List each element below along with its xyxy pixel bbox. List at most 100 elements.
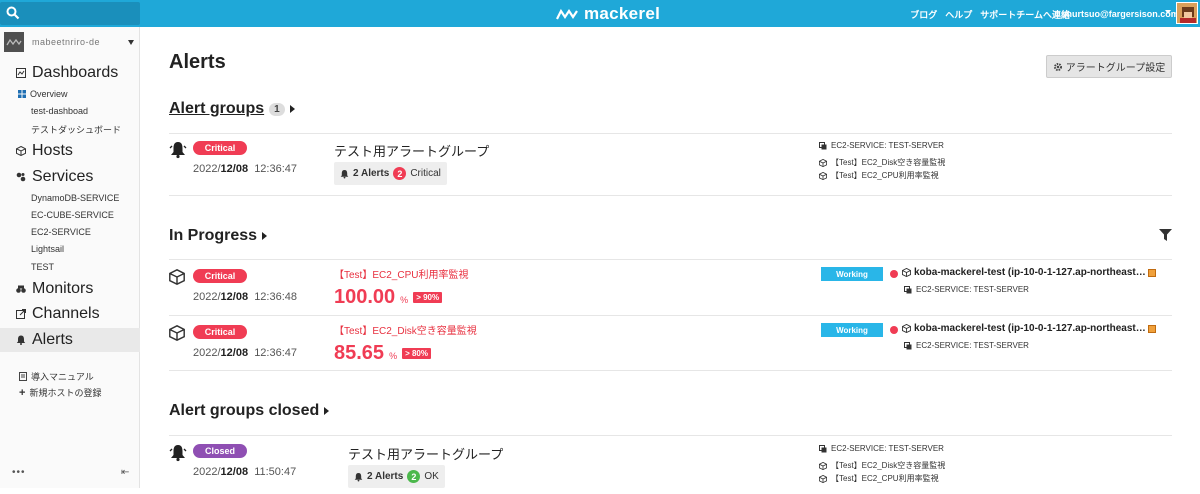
external-link-icon[interactable]: [1148, 325, 1156, 333]
alert-group-settings-button[interactable]: アラートグループ設定: [1046, 55, 1172, 78]
sidebar-item-channels[interactable]: Channels: [0, 302, 140, 326]
in-progress-heading[interactable]: In Progress: [169, 227, 268, 245]
bell-icon: [340, 169, 349, 178]
host-link[interactable]: koba-mackerel-test (ip-10-0-1-127.ap-nor…: [902, 323, 1146, 334]
avatar[interactable]: [1176, 2, 1198, 24]
monitor-line[interactable]: 【Test】EC2_CPU利用率監視: [819, 473, 939, 484]
monitor-name-link[interactable]: 【Test】EC2_Disk空き容量監視: [334, 322, 477, 337]
value-unit: %: [400, 295, 409, 305]
alerts-summary-chip[interactable]: 2 Alerts 2 OK: [348, 465, 445, 488]
date-time: 11:50:47: [254, 466, 297, 478]
monitor-line[interactable]: 【Test】EC2_Disk空き容量監視: [819, 157, 945, 168]
cube-icon: [819, 474, 827, 483]
monitor-label: 【Test】EC2_Disk空き容量監視: [831, 158, 946, 167]
working-badge[interactable]: Working: [821, 323, 883, 337]
service-line[interactable]: EC2-SERVICE: TEST-SERVER: [819, 444, 944, 453]
service-icon: [819, 141, 827, 149]
user-email[interactable]: murtsuo@fargersison.com: [1064, 9, 1179, 19]
host-status-dot: [890, 270, 898, 278]
host-link[interactable]: koba-mackerel-test (ip-10-0-1-127.ap-nor…: [902, 267, 1146, 278]
host-service[interactable]: EC2-SERVICE: TEST-SERVER: [904, 341, 1029, 350]
bell-icon: [169, 445, 187, 462]
sidebar-sub-ec2[interactable]: EC2-SERVICE: [31, 227, 91, 237]
sidebar-item-monitors[interactable]: Monitors: [0, 277, 140, 301]
working-badge[interactable]: Working: [821, 267, 883, 281]
filter-icon[interactable]: [1159, 229, 1172, 241]
monitor-line[interactable]: 【Test】EC2_Disk空き容量監視: [819, 460, 945, 471]
plus-icon: +: [19, 386, 26, 399]
help-link[interactable]: ヘルプ: [945, 8, 972, 21]
alert-date: 2022/12/08 12:36:47: [193, 163, 297, 175]
sidebar-item-hosts[interactable]: Hosts: [0, 139, 140, 163]
closed-group-row[interactable]: Closed 2022/12/08 11:50:47 テスト用アラートグループ …: [169, 440, 1172, 494]
alert-group-settings-label: アラートグループ設定: [1065, 63, 1166, 74]
org-name: mabeetnriro-de: [32, 37, 101, 47]
grid-icon: [18, 90, 26, 98]
alerts-summary-chip[interactable]: 2 Alerts 2 Critical: [334, 162, 447, 185]
monitors-icon: [16, 285, 26, 293]
bell-icon: [354, 472, 363, 481]
monitor-name-link[interactable]: 【Test】EC2_CPU利用率監視: [334, 266, 468, 281]
sidebar-item-dashboards[interactable]: Dashboards: [0, 61, 140, 85]
expand-icon: [289, 105, 295, 113]
sidebar-item-alerts[interactable]: Alerts: [0, 328, 140, 352]
alert-group-name[interactable]: テスト用アラートグループ: [348, 444, 503, 463]
external-link-icon[interactable]: [1148, 269, 1156, 277]
document-icon: [19, 372, 27, 381]
add-host-link[interactable]: + 新規ホストの登録: [19, 386, 101, 399]
search-input[interactable]: [0, 2, 140, 25]
cube-icon: [169, 269, 185, 285]
expand-icon: [262, 232, 268, 240]
dashboard-icon: [16, 68, 26, 78]
mackerel-logo[interactable]: mackerel: [556, 4, 660, 24]
sidebar-sub-test-dashboad[interactable]: test-dashboad: [31, 106, 88, 116]
sidebar-sub-overview[interactable]: Overview: [18, 89, 68, 99]
sidebar-sub-dynamodb[interactable]: DynamoDB-SERVICE: [31, 193, 119, 203]
divider: [169, 370, 1172, 371]
closed-heading[interactable]: Alert groups closed: [169, 402, 330, 420]
sidebar-sub-test-dashboard-ja[interactable]: テストダッシュボード: [31, 123, 121, 136]
alert-groups-heading[interactable]: Alert groups 1: [169, 100, 295, 118]
alert-group-row[interactable]: Critical 2022/12/08 12:36:47 テスト用アラートグルー…: [169, 137, 1172, 191]
alert-row[interactable]: Critical 2022/12/08 12:36:48 【Test】EC2_C…: [169, 265, 1172, 319]
sidebar-item-label: Monitors: [32, 280, 94, 297]
blog-link[interactable]: ブログ: [910, 8, 937, 21]
collapse-sidebar-icon[interactable]: ⇤: [121, 467, 129, 478]
service-icon: [904, 341, 912, 349]
host-service[interactable]: EC2-SERVICE: TEST-SERVER: [904, 285, 1029, 294]
status-badge: Closed: [193, 444, 247, 458]
host-icon: [902, 268, 911, 277]
sidebar-sub-test[interactable]: TEST: [31, 262, 54, 272]
sidebar-sub-lightsail[interactable]: Lightsail: [31, 244, 64, 254]
org-icon: [4, 32, 24, 52]
sidebar-item-label: Dashboards: [32, 64, 119, 81]
sidebar-item-label: Hosts: [32, 142, 73, 159]
divider: [169, 259, 1172, 260]
add-host-link-label: 新規ホストの登録: [29, 388, 102, 398]
alert-group-name[interactable]: テスト用アラートグループ: [334, 141, 489, 160]
alert-groups-count: 1: [269, 102, 285, 116]
alert-row[interactable]: Critical 2022/12/08 12:36:47 【Test】EC2_D…: [169, 321, 1172, 375]
monitor-label: 【Test】EC2_Disk空き容量監視: [831, 461, 946, 470]
user-menu-caret-icon[interactable]: [1165, 10, 1171, 14]
alerts-count-label: 2 Alerts: [353, 168, 390, 179]
sidebar-sub-ec-cube[interactable]: EC-CUBE-SERVICE: [31, 210, 114, 220]
support-link[interactable]: サポートチームへ連絡: [980, 8, 1070, 21]
service-label: EC2-SERVICE: TEST-SERVER: [916, 341, 1029, 350]
date-time: 12:36:47: [254, 347, 298, 359]
manual-link[interactable]: 導入マニュアル: [19, 370, 94, 383]
value-number: 100.00: [334, 286, 396, 308]
host-status-dot: [890, 326, 898, 334]
cube-icon: [819, 158, 827, 167]
monitor-line[interactable]: 【Test】EC2_CPU利用率監視: [819, 170, 939, 181]
org-switcher[interactable]: mabeetnriro-de: [4, 32, 136, 52]
service-line[interactable]: EC2-SERVICE: TEST-SERVER: [819, 141, 944, 150]
service-label: EC2-SERVICE: TEST-SERVER: [831, 444, 944, 453]
divider: [169, 195, 1172, 196]
alert-groups-title: Alert groups: [169, 100, 265, 117]
sidebar-item-services[interactable]: Services: [0, 165, 140, 189]
cube-icon: [819, 461, 827, 470]
more-icon[interactable]: •••: [12, 467, 26, 478]
date-md: 12/08: [220, 163, 249, 175]
services-icon: [16, 172, 26, 182]
